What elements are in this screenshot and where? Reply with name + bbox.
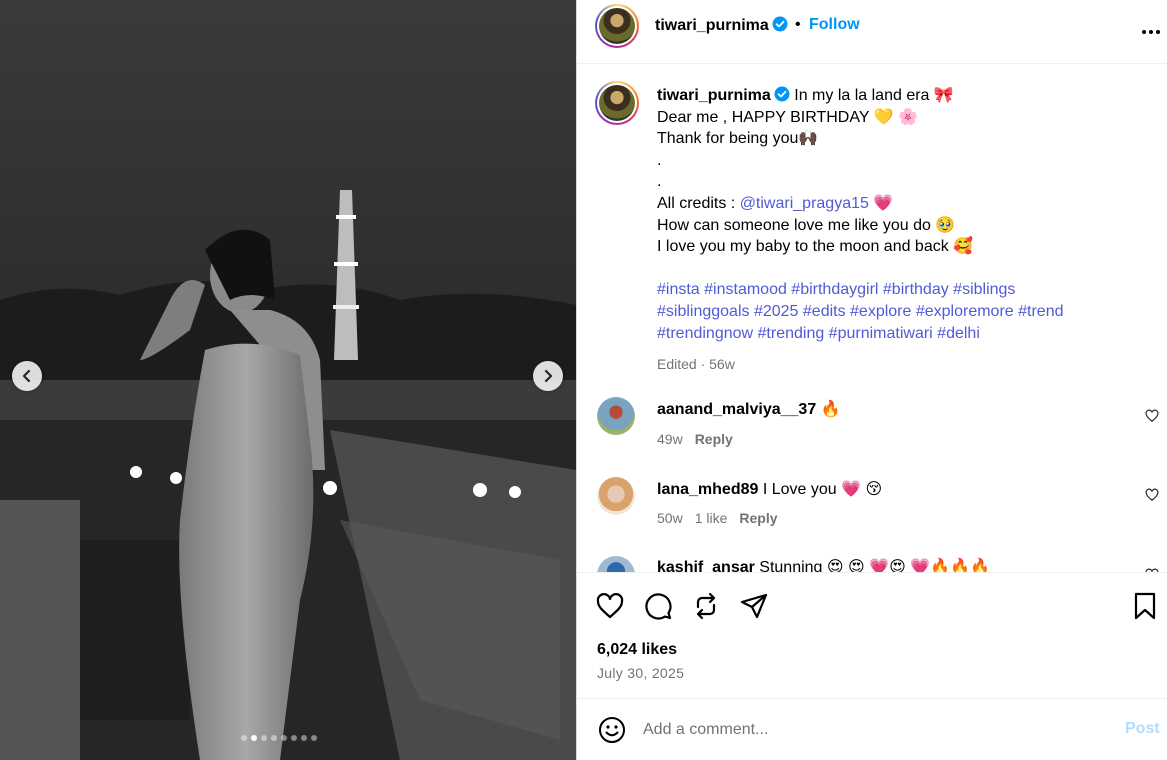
add-comment-bar: Post — [577, 698, 1167, 760]
caption-author-avatar[interactable] — [595, 81, 639, 125]
credits-mention-link[interactable]: @tiwari_pragya15 — [740, 195, 869, 212]
caption-line: In my la la land era 🎀 — [794, 87, 954, 104]
post-caption: tiwari_purnima In my la la land era 🎀 De… — [657, 85, 1137, 376]
commenter-avatar[interactable] — [597, 477, 635, 515]
slide-dot — [241, 735, 247, 741]
chevron-right-icon — [544, 369, 553, 383]
commenter-username[interactable]: lana_mhed89 — [657, 481, 758, 498]
like-comment-heart-icon[interactable] — [1145, 409, 1159, 423]
slide-dot — [251, 735, 257, 741]
comment-time: 50w — [657, 510, 683, 526]
credits-emoji: 💗 — [868, 194, 894, 212]
next-slide-button[interactable] — [533, 361, 563, 391]
caption-line: . — [657, 151, 662, 169]
emoji-smiley-icon[interactable] — [597, 715, 627, 745]
comment-bubble-icon[interactable] — [643, 591, 673, 621]
slide-dot — [281, 735, 287, 741]
slide-dot — [291, 735, 297, 741]
author-username[interactable]: tiwari_purnima — [655, 16, 788, 35]
commenter-avatar[interactable] — [597, 397, 635, 435]
comment-meta: 50w 1 like Reply — [657, 510, 790, 526]
share-send-icon[interactable] — [739, 591, 769, 621]
slide-indicator — [241, 735, 317, 741]
caption-line: How can someone love me like you do 🥹 — [657, 216, 956, 234]
post-date: July 30, 2025 — [597, 665, 685, 681]
comment-item: aanand_malviya__37 🔥 49w Reply — [577, 394, 1167, 464]
hashtags-line[interactable]: #siblinggoals #2025 #edits #explore #exp… — [657, 301, 1137, 323]
slide-dot — [311, 735, 317, 741]
comment-item: lana_mhed89 I Love you 💗 😚 50w 1 like Repl… — [577, 474, 1167, 544]
likes-count[interactable]: 6,024 likes — [597, 641, 677, 659]
author-avatar[interactable] — [595, 4, 639, 48]
caption-line: Thank for being you🙌🏿 — [657, 130, 819, 148]
comment-text: kashif_ansar Stunning 😍 😍 💗😍 💗🔥🔥🔥 — [657, 557, 990, 572]
caption-username[interactable]: tiwari_purnima — [657, 87, 771, 104]
comment-item: kashif_ansar Stunning 😍 😍 💗😍 💗🔥🔥🔥 — [577, 554, 1167, 572]
slide-dot — [261, 735, 267, 741]
previous-slide-button[interactable] — [12, 361, 42, 391]
post-actions: 6,024 likes July 30, 2025 — [577, 572, 1167, 698]
post-side-panel: tiwari_purnima • Follow tiwari_purnima I… — [576, 0, 1167, 760]
commenter-username[interactable]: aanand_malviya__37 — [657, 401, 816, 418]
hashtags-line[interactable]: #trendingnow #trending #purnimatiwari #d… — [657, 323, 1137, 345]
caption-line: I love you my baby to the moon and back … — [657, 238, 974, 256]
comment-meta: 49w Reply — [657, 431, 745, 447]
post-photo — [0, 0, 576, 760]
comment-time: 49w — [657, 431, 683, 447]
post-media[interactable] — [0, 0, 576, 760]
like-heart-icon[interactable] — [595, 591, 625, 621]
follow-button[interactable]: Follow — [809, 16, 860, 34]
reply-button[interactable]: Reply — [739, 510, 777, 526]
like-comment-heart-icon[interactable] — [1145, 488, 1159, 502]
reply-button[interactable]: Reply — [695, 431, 733, 447]
more-options-icon[interactable] — [1141, 18, 1161, 41]
hashtags-line[interactable]: #insta #instamood #birthdaygirl #birthda… — [657, 279, 1137, 301]
caption-meta: Edited · 56w — [657, 356, 735, 373]
comment-text: aanand_malviya__37 🔥 — [657, 401, 841, 418]
slide-dot — [271, 735, 277, 741]
comment-like-count[interactable]: 1 like — [695, 510, 728, 526]
save-bookmark-icon[interactable] — [1130, 591, 1160, 621]
slide-dot — [301, 735, 307, 741]
caption-line: . — [657, 173, 662, 191]
comments-section[interactable]: tiwari_purnima In my la la land era 🎀 De… — [577, 64, 1167, 572]
repost-icon[interactable] — [691, 591, 721, 621]
credits-label: All credits : — [657, 194, 740, 212]
post-comment-button[interactable]: Post — [1125, 720, 1160, 738]
verified-badge-icon — [772, 16, 788, 32]
commenter-username[interactable]: kashif_ansar — [657, 559, 755, 572]
chevron-left-icon — [22, 369, 31, 383]
comment-text: lana_mhed89 I Love you 💗 😚 — [657, 481, 883, 498]
post-header: tiwari_purnima • Follow — [577, 0, 1167, 64]
comment-input[interactable] — [643, 716, 1083, 744]
separator-dot: • — [795, 16, 801, 33]
commenter-avatar[interactable] — [597, 556, 635, 572]
caption-line: Dear me , HAPPY BIRTHDAY 💛 🌸 — [657, 108, 918, 126]
verified-badge-icon — [774, 86, 790, 102]
